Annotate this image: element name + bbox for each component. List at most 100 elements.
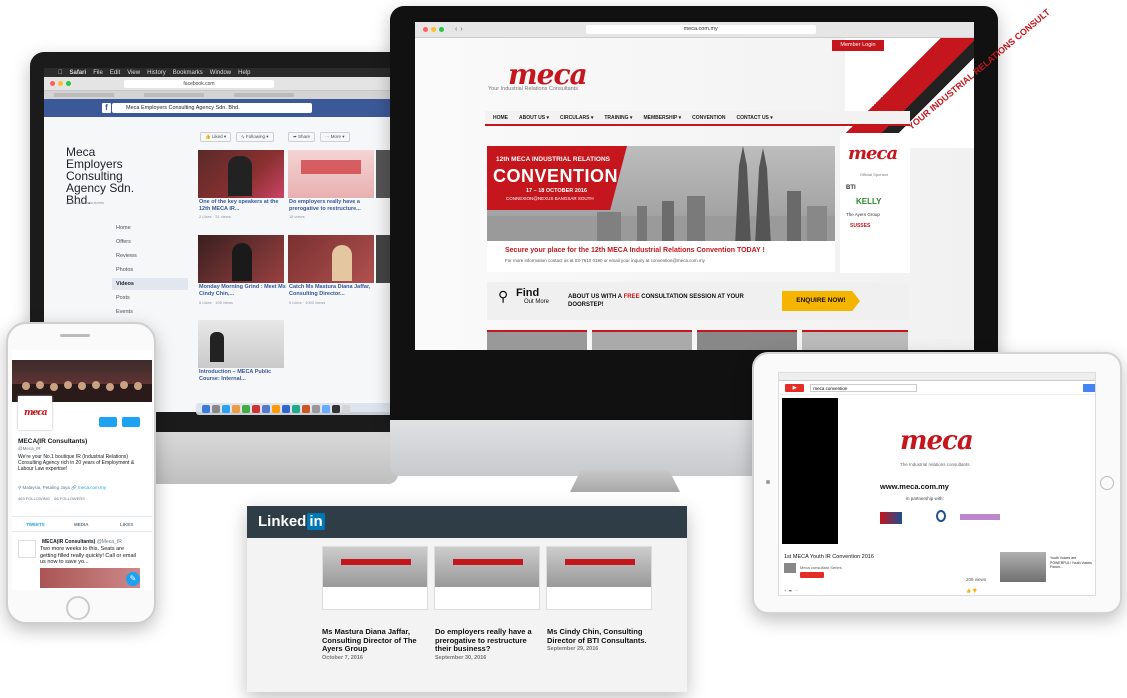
browser-tab[interactable] — [144, 93, 204, 97]
sponsor-bti-logo[interactable]: BTI — [846, 185, 910, 191]
tab-likes[interactable]: LIKES — [120, 522, 133, 527]
calendar-icon[interactable] — [252, 405, 260, 413]
tweet-avatar[interactable] — [18, 540, 36, 558]
close-window-button[interactable] — [423, 27, 428, 32]
sponsor-kelly-logo[interactable]: KELLY — [856, 197, 910, 206]
launchpad-icon[interactable] — [212, 405, 220, 413]
tweet-image[interactable] — [40, 568, 140, 588]
video-thumbnail[interactable] — [198, 320, 284, 368]
youtube-logo-icon[interactable]: ▶ — [785, 383, 805, 392]
finder-icon[interactable] — [202, 405, 210, 413]
post-thumbnail[interactable] — [546, 546, 652, 610]
facebook-search-input[interactable]: f Meca Employers Consulting Agency Sdn. … — [102, 103, 312, 113]
ipad-home-button[interactable] — [1100, 476, 1114, 490]
enquire-now-button[interactable]: ENQUIRE NOW! — [782, 291, 860, 311]
tab-tweets[interactable]: TWEETS — [26, 522, 45, 527]
video-thumbnail[interactable] — [198, 150, 284, 198]
nav-convention[interactable]: CONVENTION — [692, 115, 725, 121]
nav-home[interactable]: HOME — [493, 115, 508, 121]
video-thumbnail[interactable] — [198, 235, 284, 283]
video-title[interactable]: Do employers really have a prerogative t… — [289, 199, 377, 212]
avatar[interactable]: meca — [18, 396, 52, 430]
video-title[interactable]: One of the key speakers at the 12th MECA… — [199, 199, 287, 212]
video-title[interactable]: Introduction – MECA Public Course: Inter… — [199, 369, 287, 382]
video-title[interactable]: Monday Morning Grind : Meet Ms Cindy Chi… — [199, 284, 287, 297]
home-button[interactable] — [66, 596, 90, 620]
browser-tab[interactable] — [54, 93, 114, 97]
share-button[interactable]: ➦ Share — [288, 132, 316, 142]
nav-training[interactable]: TRAINING ▾ — [604, 115, 632, 121]
post-title[interactable]: Ms Cindy Chin, Consulting Director of BT… — [547, 627, 655, 654]
feature-card[interactable] — [592, 330, 692, 350]
address-bar[interactable]: facebook.com — [124, 79, 274, 88]
sidebar-item-photos[interactable]: Photos — [112, 264, 188, 276]
trash-icon[interactable] — [342, 405, 350, 413]
post-title[interactable]: Do employers really have a prerogative t… — [435, 627, 543, 662]
sidebar-item-posts[interactable]: Posts — [112, 292, 188, 304]
member-login-button[interactable]: Member Login — [832, 40, 884, 51]
back-arrow-icon[interactable]: ‹ — [455, 26, 457, 33]
add-icon[interactable]: + — [784, 588, 786, 593]
excel-icon[interactable] — [292, 405, 300, 413]
video-title[interactable]: Catch Ms Mastura Diana Jaffar, Consultin… — [289, 284, 377, 297]
compose-tweet-button[interactable]: ✎ — [126, 572, 140, 586]
post-title-text[interactable]: Ms Mastura Diana Jaffar, Consulting Dire… — [322, 627, 430, 654]
powerpoint-icon[interactable] — [302, 405, 310, 413]
minimize-window-button[interactable] — [58, 81, 63, 86]
menu-safari[interactable]: Safari — [70, 70, 87, 76]
app-store-icon[interactable] — [322, 405, 330, 413]
tab-media[interactable]: MEDIA — [74, 522, 89, 527]
following-button[interactable]: ∿ Following ▾ — [236, 132, 274, 142]
mail-icon[interactable] — [262, 405, 270, 413]
sidebar-item-offers[interactable]: Offers — [112, 236, 188, 248]
menu-bookmarks[interactable]: Bookmarks — [173, 70, 203, 76]
sponsor-susses-logo[interactable]: SUSSES — [850, 223, 910, 229]
messages-icon[interactable] — [242, 405, 250, 413]
forward-arrow-icon[interactable]: › — [460, 26, 462, 33]
sidebar-item-videos[interactable]: Videos — [112, 278, 188, 290]
post-title[interactable]: Ms Mastura Diana Jaffar, Consulting Dire… — [322, 627, 430, 662]
share-icon[interactable]: ➦ — [789, 588, 792, 593]
subscribe-button[interactable] — [800, 572, 824, 578]
feature-card[interactable] — [697, 330, 797, 350]
post-thumbnail[interactable] — [322, 546, 428, 610]
zoom-window-button[interactable] — [439, 27, 444, 32]
word-icon[interactable] — [282, 405, 290, 413]
menu-help[interactable]: Help — [238, 70, 250, 76]
facebook-logo-icon[interactable]: f — [102, 103, 111, 113]
sidebar-item-home[interactable]: Home — [112, 222, 188, 234]
close-window-button[interactable] — [50, 81, 55, 86]
related-video-title[interactable]: Youth Voices are POWERFUL! Youth Voices … — [1050, 556, 1092, 570]
youtube-search-input[interactable]: meca convention — [810, 383, 917, 392]
menu-window[interactable]: Window — [210, 70, 231, 76]
liked-button[interactable]: 👍 Liked ▾ — [200, 132, 232, 142]
more-icon[interactable]: ··· — [794, 588, 798, 593]
video-thumbnail[interactable] — [288, 235, 374, 283]
post-thumbnail[interactable] — [434, 546, 540, 610]
nav-circulars[interactable]: CIRCULARS ▾ — [560, 115, 593, 121]
channel-name[interactable]: Meca consultant Series — [800, 565, 842, 570]
nav-about-us[interactable]: ABOUT US ▾ — [519, 115, 549, 121]
related-video-thumbnail[interactable] — [1000, 552, 1046, 582]
channel-avatar[interactable] — [784, 563, 796, 573]
sidebar-item-reviews[interactable]: Reviews — [112, 250, 188, 262]
menu-edit[interactable]: Edit — [110, 70, 120, 76]
website-link[interactable]: meca.com.my — [78, 485, 106, 490]
more-button[interactable]: ··· More ▾ — [320, 132, 350, 142]
settings-icon[interactable] — [312, 405, 320, 413]
notifications-button[interactable] — [99, 417, 117, 427]
follow-button[interactable] — [122, 417, 140, 427]
sponsor-ayers-logo[interactable]: The Ayers Group — [846, 212, 910, 217]
apple-icon[interactable]:  — [58, 70, 63, 76]
photos-icon[interactable] — [272, 405, 280, 413]
minimize-window-button[interactable] — [431, 27, 436, 32]
linkedin-logo[interactable]: Linked in — [258, 513, 325, 530]
video-thumbnail[interactable] — [288, 150, 374, 198]
nav-contact-us[interactable]: CONTACT US ▾ — [736, 115, 772, 121]
address-bar[interactable]: meca.com.my — [585, 25, 816, 34]
menu-file[interactable]: File — [93, 70, 103, 76]
feature-card[interactable] — [802, 330, 908, 350]
sign-in-button[interactable] — [1082, 383, 1095, 392]
followers-count[interactable]: 66 FOLLOWERS — [54, 496, 85, 501]
terminal-icon[interactable] — [332, 405, 340, 413]
